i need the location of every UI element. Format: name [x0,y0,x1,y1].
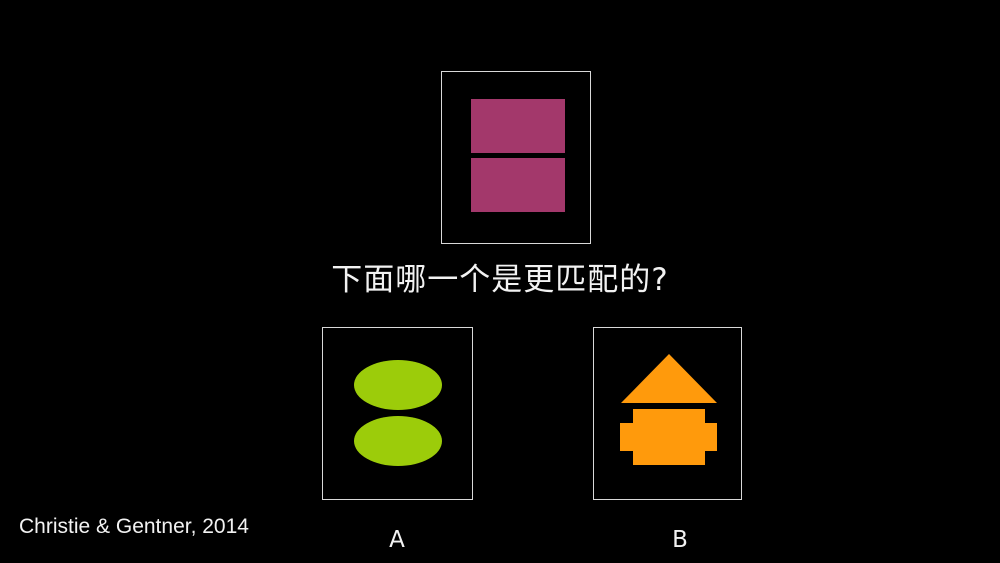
option-a-label: A [389,527,405,553]
target-figure [471,99,565,212]
question-text: 下面哪一个是更匹配的? [331,262,669,298]
option-a-figure [354,360,442,466]
option-b-card[interactable] [593,327,742,500]
option-b-label: B [672,527,688,553]
option-b-figure [620,354,717,465]
option-a-ellipse-top [354,360,442,410]
target-rect-bottom [471,158,565,212]
option-a-card[interactable] [322,327,473,500]
option-b-triangle [621,354,717,403]
target-figure-card [441,71,591,244]
option-a-ellipse-bottom [354,416,442,466]
citation-text: Christie & Gentner, 2014 [19,515,249,538]
target-rect-top [471,99,565,153]
option-b-block [620,409,717,465]
